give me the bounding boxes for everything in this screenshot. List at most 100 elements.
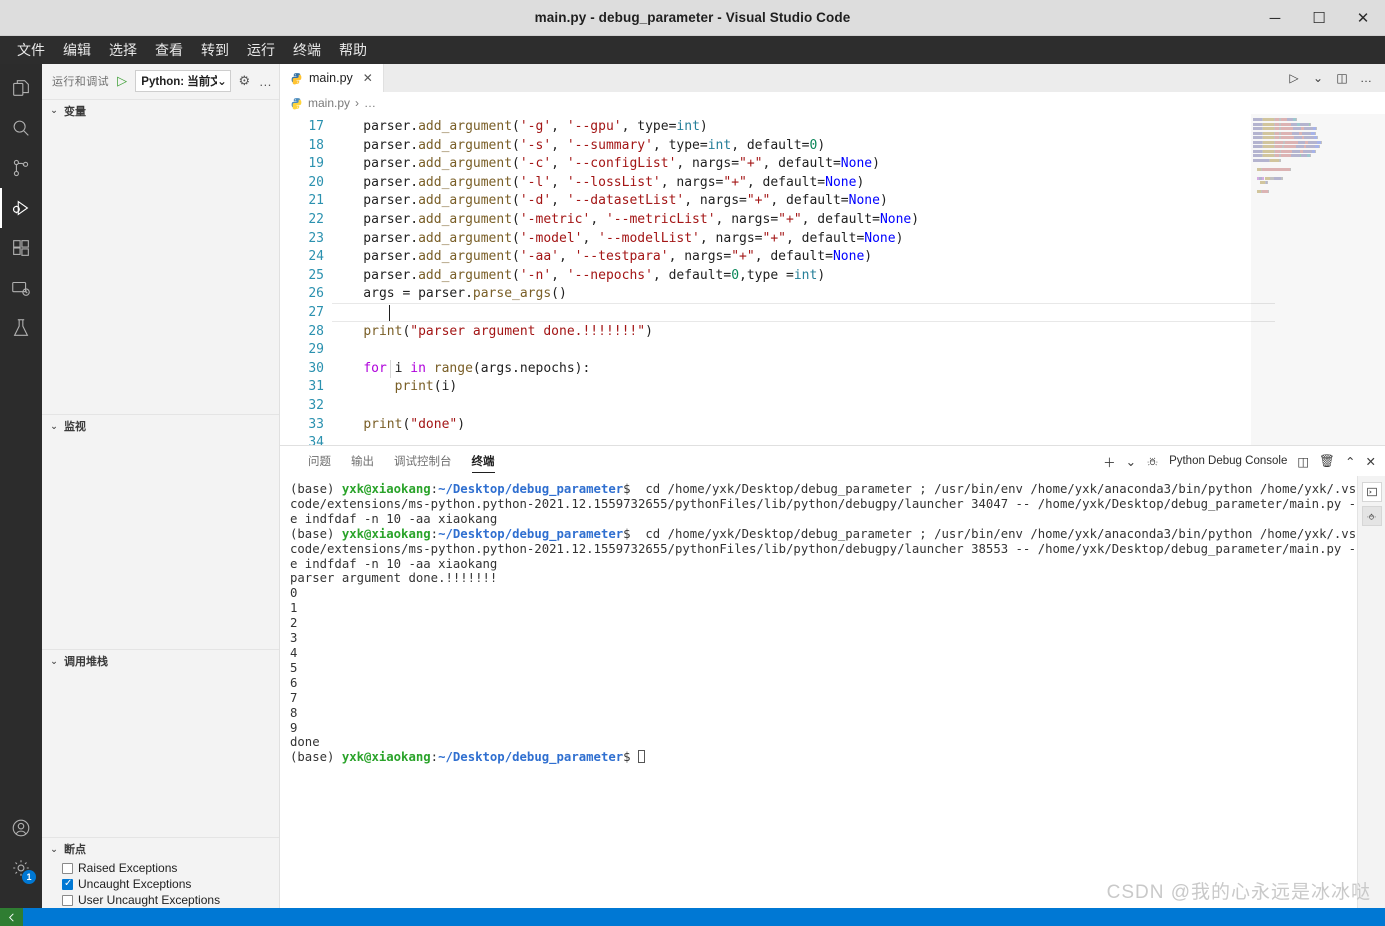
menu-file[interactable]: 文件	[8, 38, 54, 62]
extensions-icon[interactable]	[0, 228, 42, 268]
line-number: 24	[308, 249, 324, 265]
breakpoint-label: Raised Exceptions	[78, 861, 178, 875]
chevron-down-icon[interactable]: ⌄	[1307, 67, 1329, 89]
menu-go[interactable]: 转到	[192, 38, 238, 62]
checkbox[interactable]	[62, 862, 73, 874]
editor-tab-main-py[interactable]: main.py ✕	[280, 64, 384, 92]
panel-tab-problems[interactable]: 问题	[298, 446, 341, 476]
minimap-line	[1253, 186, 1373, 189]
maximize-button[interactable]: ☐	[1297, 0, 1341, 36]
source-control-icon[interactable]	[0, 148, 42, 188]
menu-help[interactable]: 帮助	[330, 38, 376, 62]
close-button[interactable]: ✕	[1341, 0, 1385, 36]
checkbox[interactable]	[62, 894, 73, 906]
section-watch-header[interactable]: ⌄ 监视	[42, 415, 279, 437]
minimap-line	[1253, 127, 1373, 130]
testing-icon[interactable]	[0, 308, 42, 348]
breakpoint-user-uncaught-exceptions[interactable]: User Uncaught Exceptions	[42, 892, 279, 908]
debug-console-tab-button[interactable]	[1361, 506, 1382, 526]
terminal-output[interactable]: (base) yxk@xiaokang:~/Desktop/debug_para…	[280, 476, 1357, 908]
section-call-stack-header[interactable]: ⌄ 调用堆栈	[42, 650, 279, 672]
line-number: 23	[308, 230, 324, 246]
explorer-icon[interactable]	[0, 68, 42, 108]
line-number: 22	[308, 211, 324, 227]
minimap-line	[1253, 140, 1373, 144]
line-number: 19	[308, 156, 324, 172]
section-variables-header[interactable]: ⌄ 变量	[42, 100, 279, 122]
more-actions-icon[interactable]: …	[258, 74, 273, 89]
code-content[interactable]: parser.add_argument('-g', '--gpu', type=…	[332, 114, 1385, 445]
window-title: main.py - debug_parameter - Visual Studi…	[534, 10, 851, 25]
close-icon[interactable]: ✕	[363, 71, 373, 85]
minimap-line	[1253, 136, 1373, 139]
section-breakpoints-header[interactable]: ⌄ 断点	[42, 838, 279, 860]
remote-indicator[interactable]	[0, 908, 23, 926]
minimap-line	[1253, 154, 1373, 157]
debug-console-icon	[1143, 449, 1162, 473]
split-editor-icon[interactable]: ◫	[1331, 67, 1353, 89]
code-lines[interactable]: parser.add_argument('-g', '--gpu', type=…	[332, 118, 1385, 445]
settings-gear-icon[interactable]: 1	[0, 848, 42, 888]
section-watch-label: 监视	[64, 421, 86, 434]
workbench: 1 运行和调试 ▷ Python: 当前文件 ⌄ ⚙ … ⌄ 变量	[0, 64, 1385, 908]
editor-group: main.py ✕ ▷ ⌄ ◫ … main.py › … 17 18 19 2…	[280, 64, 1385, 908]
section-variables-label: 变量	[64, 105, 86, 118]
activity-bar-bottom: 1	[0, 808, 42, 908]
debug-configuration-select[interactable]: Python: 当前文件 ⌄	[135, 70, 231, 93]
minimap-line	[1253, 122, 1373, 126]
panel-tab-debug-console[interactable]: 调试控制台	[384, 446, 462, 476]
window-controls: ─ ☐ ✕	[1253, 0, 1385, 36]
minimap-line	[1253, 167, 1373, 171]
vscode-window: main.py - debug_parameter - Visual Studi…	[0, 0, 1385, 926]
panel-tab-output[interactable]: 输出	[341, 446, 384, 476]
activity-bar: 1	[0, 64, 42, 908]
python-file-icon	[291, 97, 302, 109]
line-number: 33	[308, 416, 324, 432]
line-number: 18	[308, 137, 324, 153]
panel-tab-terminal[interactable]: 终端	[462, 446, 505, 476]
breakpoint-raised-exceptions[interactable]: Raised Exceptions	[42, 860, 279, 876]
section-call-stack-label: 调用堆栈	[64, 656, 108, 669]
new-terminal-icon[interactable]: ＋	[1100, 449, 1119, 473]
section-breakpoints-label: 断点	[64, 844, 86, 856]
menu-bar: 文件 编辑 选择 查看 转到 运行 终端 帮助	[0, 36, 1385, 64]
csdn-watermark: CSDN @我的心永远是冰冰哒	[1106, 882, 1371, 903]
minimap-line	[1253, 158, 1373, 162]
close-panel-icon[interactable]: ✕	[1363, 449, 1379, 473]
more-actions-icon[interactable]: …	[1355, 67, 1377, 89]
status-bar	[0, 908, 1385, 926]
run-and-debug-icon[interactable]	[0, 188, 42, 228]
run-file-icon[interactable]: ▷	[1283, 67, 1305, 89]
terminal-name-label[interactable]: Python Debug Console	[1166, 449, 1290, 473]
menu-run[interactable]: 运行	[238, 38, 284, 62]
minimap-line	[1253, 176, 1373, 180]
menu-edit[interactable]: 编辑	[54, 38, 100, 62]
terminal-scroll-button[interactable]	[1361, 482, 1382, 502]
checkbox[interactable]	[62, 878, 73, 890]
search-icon[interactable]	[0, 108, 42, 148]
account-icon[interactable]	[0, 808, 42, 848]
code-editor[interactable]: 17 18 19 20 21 22 23 24 25 26 27 28 29 30 31 32 33 34 par…	[280, 114, 1385, 445]
menu-view[interactable]: 查看	[146, 38, 192, 62]
menu-selection[interactable]: 选择	[100, 38, 146, 62]
minimize-button[interactable]: ─	[1253, 0, 1297, 36]
terminal-area: (base) yxk@xiaokang:~/Desktop/debug_para…	[280, 476, 1385, 908]
menu-terminal[interactable]: 终端	[284, 38, 330, 62]
breakpoint-uncaught-exceptions[interactable]: Uncaught Exceptions	[42, 876, 279, 892]
terminal-text[interactable]: (base) yxk@xiaokang:~/Desktop/debug_para…	[290, 482, 1357, 765]
line-number-gutter: 17 18 19 20 21 22 23 24 25 26 27 28 29 30 31 32 33 34	[280, 114, 332, 445]
chevron-down-icon[interactable]: ⌄	[1123, 449, 1139, 473]
gear-icon[interactable]: ⚙	[237, 73, 252, 89]
minimap-line	[1253, 149, 1373, 153]
split-terminal-icon[interactable]: ◫	[1294, 449, 1312, 473]
start-debugging-icon[interactable]: ▷	[115, 73, 129, 90]
editor-tab-label: main.py	[309, 71, 353, 85]
remote-explorer-icon[interactable]	[0, 268, 42, 308]
terminal-tabs-sidebar	[1357, 476, 1385, 908]
breadcrumb-rest[interactable]: …	[364, 96, 376, 110]
minimap-line	[1253, 181, 1373, 184]
collapse-panel-icon[interactable]: ⌃	[1342, 449, 1358, 473]
minimap[interactable]	[1253, 118, 1373, 226]
kill-terminal-icon[interactable]: 🗑	[1316, 449, 1338, 473]
breadcrumb-file[interactable]: main.py	[308, 96, 350, 110]
